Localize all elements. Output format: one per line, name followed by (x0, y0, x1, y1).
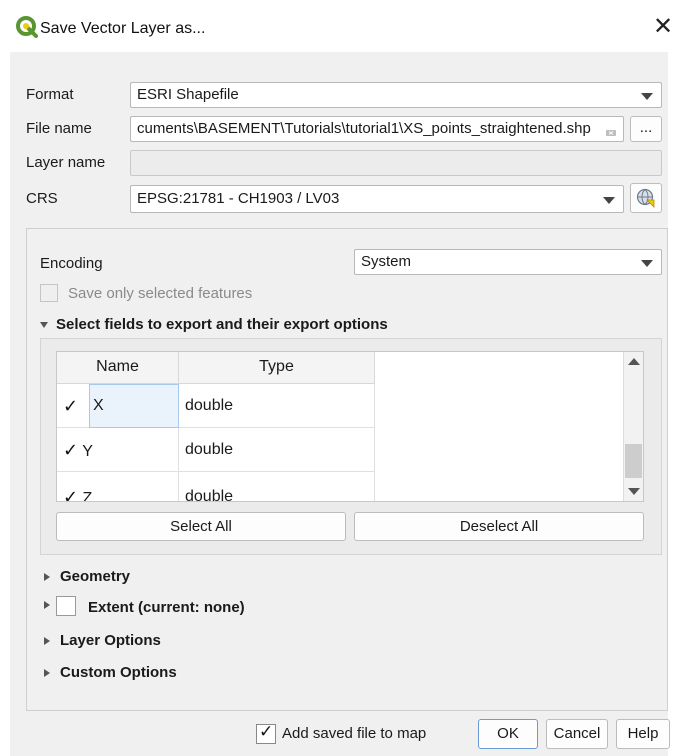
encoding-value: System (361, 253, 412, 270)
chevron-down-icon (641, 260, 653, 267)
chevron-down-icon (603, 197, 615, 204)
extent-label: Extent (current: none) (88, 599, 245, 616)
filename-input[interactable]: cuments\BASEMENT\Tutorials\tutorial1\XS_… (130, 116, 624, 142)
collapsed-arrow-icon (44, 601, 50, 610)
row-checkbox[interactable]: ✓ (63, 487, 78, 501)
fields-table[interactable]: Name Type ✓ X X double ✓ Y double ✓ Z do… (56, 351, 644, 502)
qgis-logo-icon (16, 16, 38, 38)
expanded-arrow-icon (40, 322, 48, 329)
encoding-label: Encoding (40, 255, 103, 272)
format-value: ESRI Shapefile (137, 86, 239, 103)
layer-options-group[interactable]: Layer Options (44, 632, 161, 649)
table-row[interactable]: ✓ Y (57, 428, 179, 472)
extent-checkbox[interactable] (56, 596, 76, 616)
collapsed-arrow-icon (44, 669, 50, 678)
column-header-name[interactable]: Name (57, 352, 179, 384)
window-title: Save Vector Layer as... (40, 20, 206, 37)
field-name-x-overlay: X (93, 397, 104, 414)
collapsed-arrow-icon (44, 573, 50, 582)
layername-label: Layer name (26, 154, 106, 171)
extent-group[interactable] (44, 596, 56, 618)
crs-value: EPSG:21781 - CH1903 / LV03 (137, 190, 340, 207)
field-name: Z (82, 490, 93, 502)
scroll-up-icon[interactable] (628, 358, 640, 365)
row-checkbox[interactable]: ✓ (63, 440, 78, 460)
crs-combobox[interactable]: EPSG:21781 - CH1903 / LV03 (130, 185, 624, 213)
help-button[interactable]: Help (616, 719, 670, 749)
filename-label: File name (26, 120, 92, 137)
clear-icon[interactable] (605, 123, 617, 136)
table-scrollbar[interactable] (623, 352, 643, 501)
chevron-down-icon (641, 93, 653, 100)
custom-options-group[interactable]: Custom Options (44, 664, 177, 681)
field-name: Y (82, 443, 93, 460)
deselect-all-button[interactable]: Deselect All (354, 512, 644, 541)
field-type: double (179, 428, 375, 472)
ok-button[interactable]: OK (478, 719, 538, 749)
select-all-button[interactable]: Select All (56, 512, 346, 541)
scroll-thumb[interactable] (625, 444, 642, 478)
globe-icon (636, 188, 656, 212)
save-selected-label: Save only selected features (68, 285, 253, 302)
browse-button[interactable]: ... (630, 116, 662, 142)
column-header-type[interactable]: Type (179, 352, 375, 384)
check-icon: ✓ (259, 722, 274, 741)
row-checkbox[interactable]: ✓ (63, 396, 78, 416)
crs-label: CRS (26, 190, 58, 207)
geometry-group[interactable]: Geometry (44, 568, 130, 585)
collapsed-arrow-icon (44, 637, 50, 646)
close-icon[interactable]: ✕ (652, 15, 674, 39)
field-type: double (179, 472, 375, 501)
crs-select-button[interactable] (630, 183, 662, 213)
filename-value: cuments\BASEMENT\Tutorials\tutorial1\XS_… (137, 120, 591, 137)
add-to-map-checkbox[interactable]: ✓ (256, 722, 276, 744)
cancel-button[interactable]: Cancel (546, 719, 608, 749)
save-selected-checkbox[interactable] (40, 284, 58, 302)
scroll-down-icon[interactable] (628, 488, 640, 495)
add-to-map-label: Add saved file to map (282, 725, 427, 742)
format-label: Format (26, 86, 74, 103)
format-combobox[interactable]: ESRI Shapefile (130, 82, 662, 108)
fields-section-header[interactable]: Select fields to export and their export… (40, 316, 388, 333)
field-type: double (179, 384, 375, 428)
encoding-combobox[interactable]: System (354, 249, 662, 275)
layername-input[interactable] (130, 150, 662, 176)
table-row[interactable]: ✓ Z (57, 472, 179, 502)
